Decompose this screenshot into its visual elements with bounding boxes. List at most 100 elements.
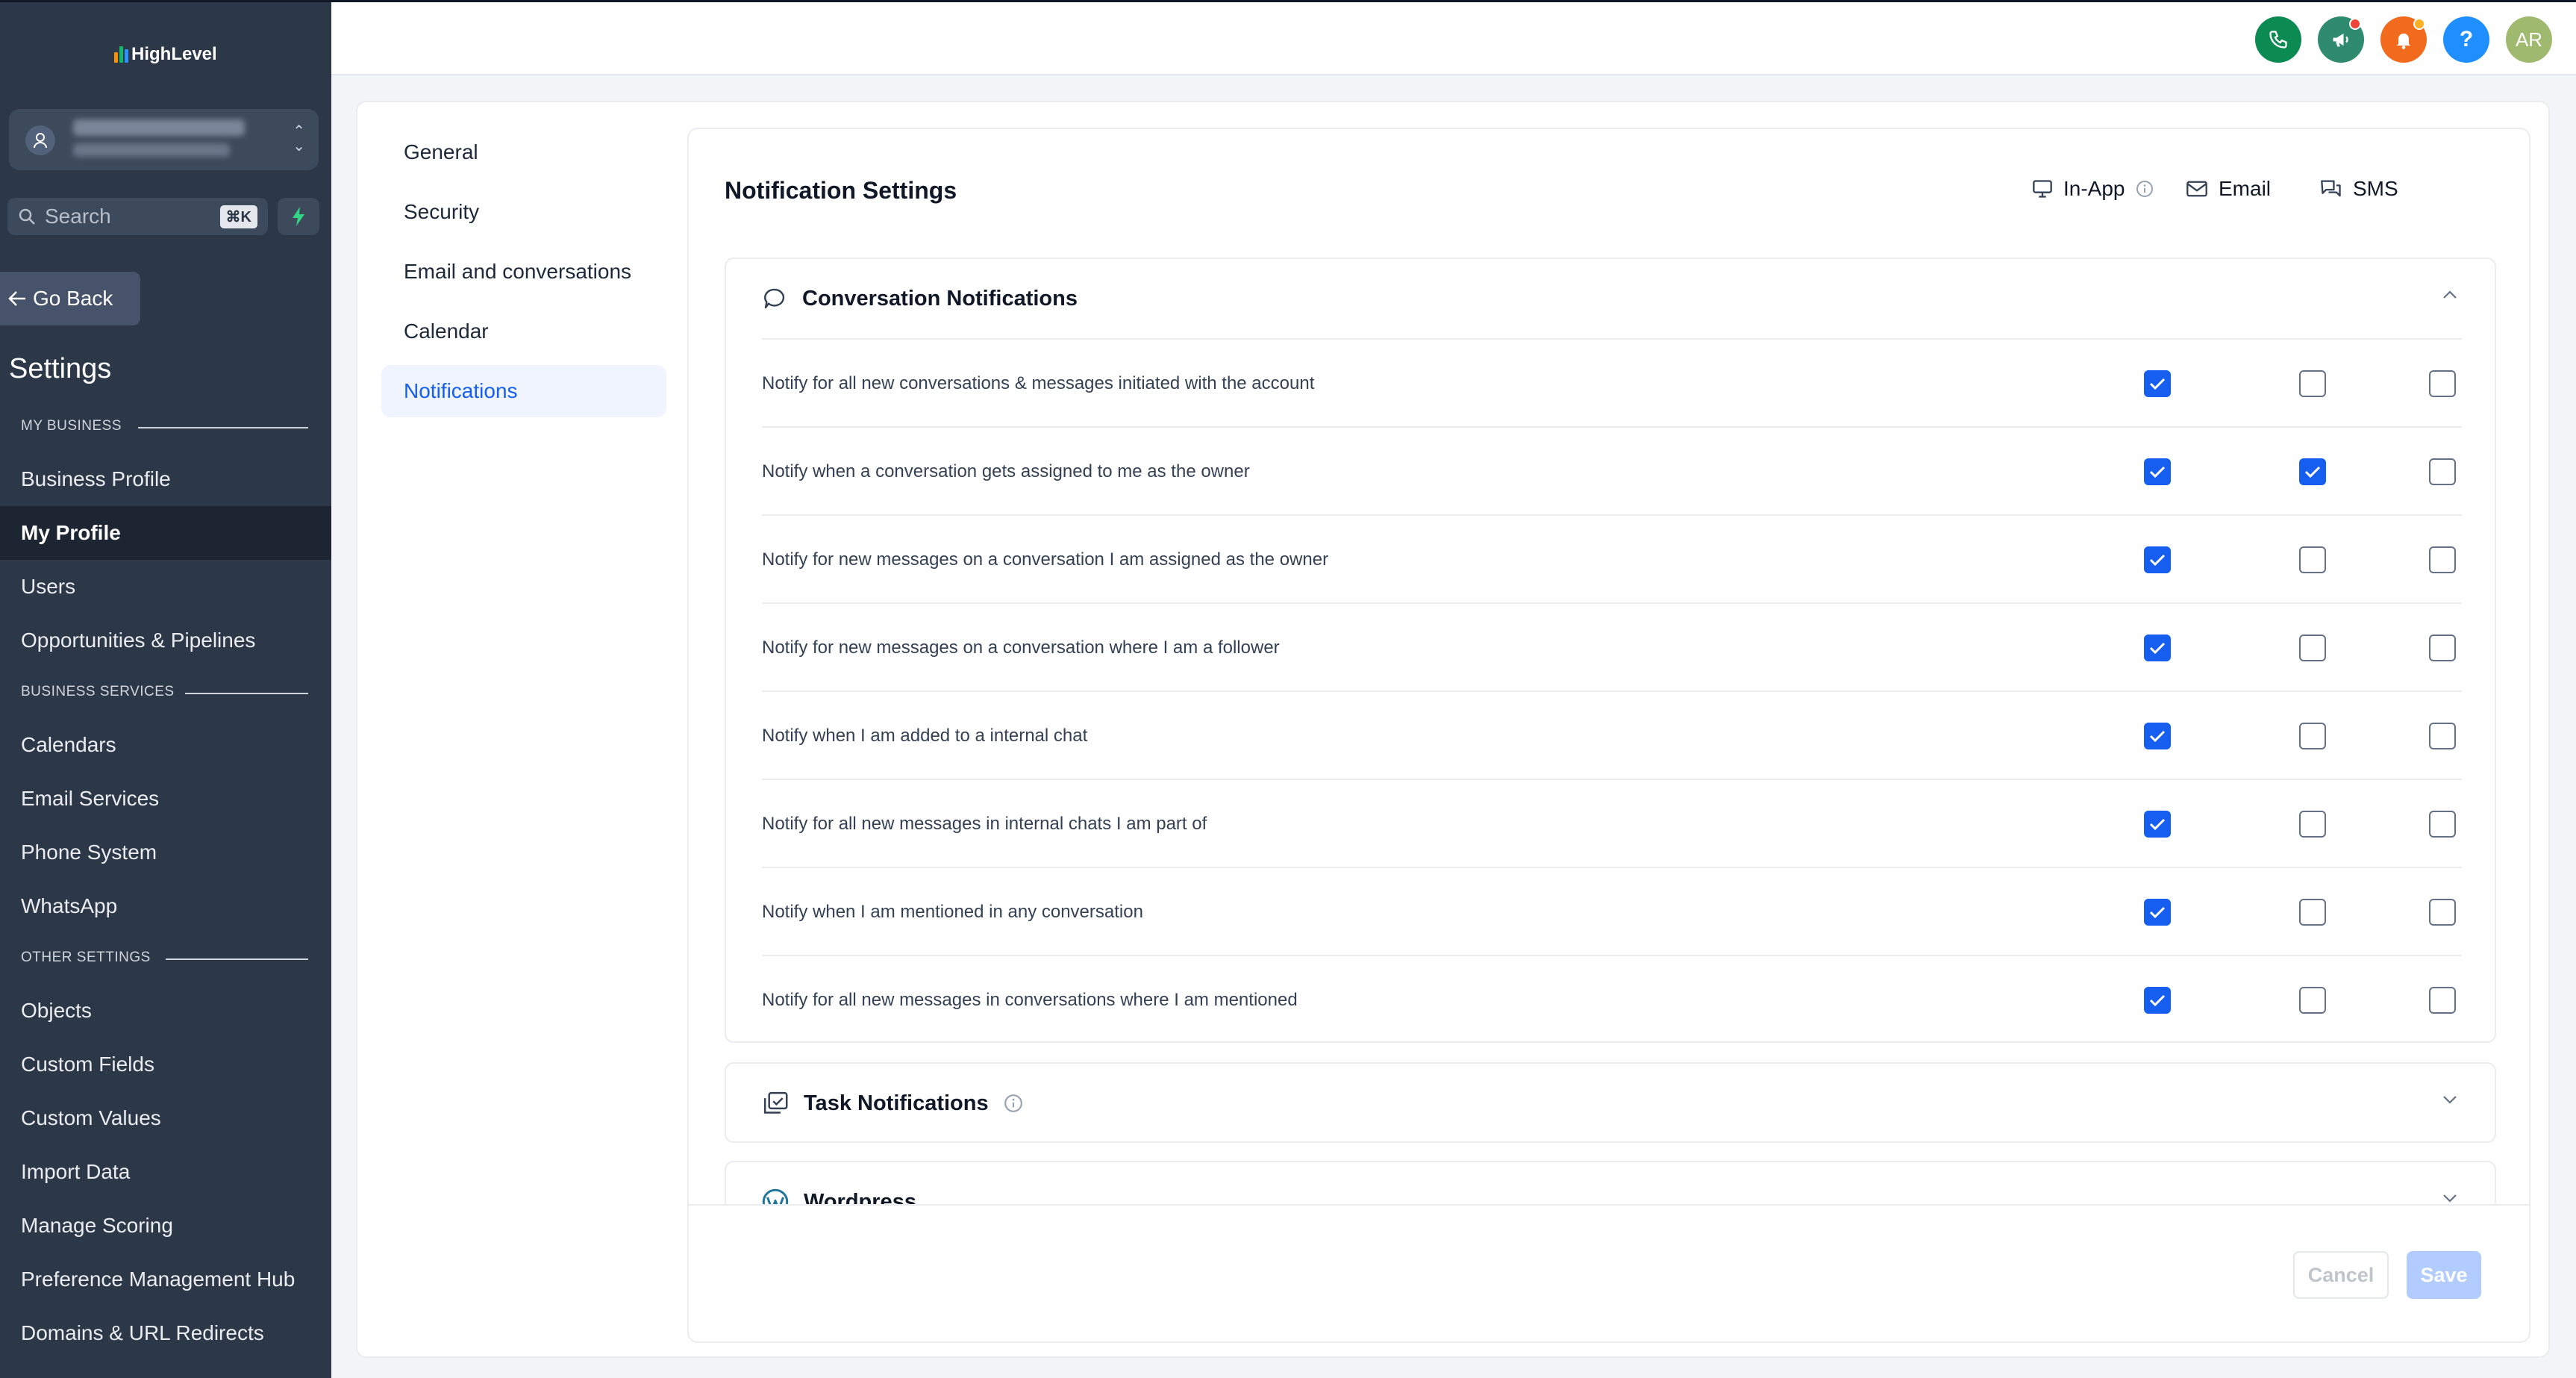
user-avatar[interactable]: AR [2506,16,2552,63]
subnav-security[interactable]: Security [381,186,666,238]
notification-row: Notify for all new messages in internal … [762,779,2462,867]
notification-row: Notify when a conversation gets assigned… [762,426,2462,514]
section-heading-other-settings: OTHER SETTINGS [21,950,308,966]
subnav-notifications[interactable]: Notifications [381,365,666,417]
in-app-checkbox[interactable] [2144,370,2171,397]
email-checkbox[interactable] [2299,635,2326,661]
in-app-checkbox[interactable] [2144,811,2171,838]
email-checkbox[interactable] [2299,723,2326,749]
in-app-checkbox[interactable] [2144,987,2171,1014]
email-checkbox[interactable] [2299,370,2326,397]
monitor-icon [2033,180,2052,198]
announcement-badge [2349,18,2361,30]
sms-checkbox[interactable] [2429,458,2456,485]
help-icon: ? [2459,27,2474,52]
in-app-checkbox[interactable] [2144,899,2171,926]
sidebar-item-custom-values[interactable]: Custom Values [0,1091,331,1145]
chevron-down-icon[interactable] [2441,1192,2459,1204]
phone-button[interactable] [2255,16,2301,63]
account-switcher[interactable]: ⌃ ⌄ [9,109,319,170]
chat-bubble-icon [764,288,785,309]
in-app-checkbox[interactable] [2144,546,2171,573]
sms-checkbox[interactable] [2429,811,2456,838]
mail-icon [2186,181,2207,197]
notification-row: Notify for all new messages in conversat… [762,955,2462,1043]
sidebar-item-domains-url-redirects[interactable]: Domains & URL Redirects [0,1306,331,1360]
notification-row-label: Notify for all new conversations & messa… [762,373,1315,393]
sidebar: HighLevel ⌃ ⌄ Search ⌘K Go Back Settings … [0,2,331,1378]
sidebar-item-business-profile[interactable]: Business Profile [0,452,331,506]
email-checkbox[interactable] [2299,546,2326,573]
channel-header-sms: SMS [2320,177,2398,201]
notification-row-label: Notify for all new messages in conversat… [762,990,1298,1010]
help-button[interactable]: ? [2443,16,2489,63]
lightning-icon [293,207,304,226]
account-name-redacted [73,119,245,136]
app-logo[interactable]: HighLevel [114,44,217,65]
in-app-checkbox[interactable] [2144,723,2171,749]
chevron-up-icon[interactable] [2441,289,2459,301]
sidebar-item-whatsapp[interactable]: WhatsApp [0,879,331,933]
notifications-button[interactable] [2380,16,2427,63]
bell-icon [2396,33,2411,49]
notification-row: Notify for new messages on a conversatio… [762,602,2462,690]
in-app-checkbox[interactable] [2144,458,2171,485]
sms-checkbox[interactable] [2429,370,2456,397]
section-heading-my-business: MY BUSINESS [21,418,308,434]
sidebar-item-manage-scoring[interactable]: Manage Scoring [0,1199,331,1253]
sidebar-item-objects[interactable]: Objects [0,984,331,1038]
quick-actions-button[interactable] [278,198,319,235]
sidebar-item-opportunities-pipelines[interactable]: Opportunities & Pipelines [0,614,331,667]
notification-row: Notify when I am mentioned in any conver… [762,867,2462,955]
logo-mark-icon [114,46,128,63]
top-bar: ? AR [331,2,2576,75]
notification-settings-card: Notification Settings In-App Email SMS C… [687,128,2530,1343]
page-title: Notification Settings [725,177,957,204]
sidebar-item-custom-fields[interactable]: Custom Fields [0,1038,331,1091]
search-shortcut: ⌘K [219,205,257,228]
settings-panel: General Security Email and conversations… [356,101,2550,1358]
search-icon [19,208,35,225]
in-app-checkbox[interactable] [2144,635,2171,661]
arrow-left-icon [8,291,25,306]
cancel-button[interactable]: Cancel [2293,1251,2389,1299]
info-icon[interactable] [2136,180,2154,198]
chevron-down-icon[interactable] [2441,1094,2459,1106]
announcements-button[interactable] [2318,16,2364,63]
sidebar-item-my-profile[interactable]: My Profile [0,506,331,560]
sms-checkbox[interactable] [2429,635,2456,661]
sms-checkbox[interactable] [2429,899,2456,926]
save-button[interactable]: Save [2407,1251,2481,1299]
notification-row-label: Notify when a conversation gets assigned… [762,461,1250,481]
megaphone-icon [2333,33,2348,47]
email-checkbox[interactable] [2299,987,2326,1014]
sidebar-item-email-services[interactable]: Email Services [0,772,331,826]
sidebar-item-phone-system[interactable]: Phone System [0,826,331,879]
conversation-notifications-header[interactable]: Conversation Notifications [726,259,2495,338]
conversation-notifications-group: Conversation Notifications Notify for al… [725,258,2496,1043]
email-checkbox[interactable] [2299,899,2326,926]
subnav-email-conversations[interactable]: Email and conversations [381,246,666,298]
notification-row-label: Notify when I am added to a internal cha… [762,726,1088,746]
sms-checkbox[interactable] [2429,546,2456,573]
email-checkbox[interactable] [2299,811,2326,838]
sms-checkbox[interactable] [2429,987,2456,1014]
sidebar-item-import-data[interactable]: Import Data [0,1145,331,1199]
task-notifications-group[interactable]: Task Notifications [725,1062,2496,1143]
info-icon[interactable] [1004,1094,1023,1113]
email-checkbox[interactable] [2299,458,2326,485]
notification-badge [2413,18,2425,30]
sidebar-search[interactable]: Search ⌘K [7,198,268,235]
task-check-icon [763,1091,788,1114]
sms-checkbox[interactable] [2429,723,2456,749]
sidebar-item-calendars[interactable]: Calendars [0,718,331,772]
task-notifications-header[interactable]: Task Notifications [726,1064,2495,1143]
go-back-button[interactable]: Go Back [0,272,140,325]
sidebar-item-preference-management-hub[interactable]: Preference Management Hub [0,1253,331,1306]
notification-row: Notify when I am added to a internal cha… [762,690,2462,779]
channel-header-in-app: In-App [2032,177,2154,201]
subnav-general[interactable]: General [381,126,666,178]
sidebar-item-users[interactable]: Users [0,560,331,614]
section-heading-business-services: BUSINESS SERVICES [21,684,308,700]
subnav-calendar[interactable]: Calendar [381,305,666,358]
